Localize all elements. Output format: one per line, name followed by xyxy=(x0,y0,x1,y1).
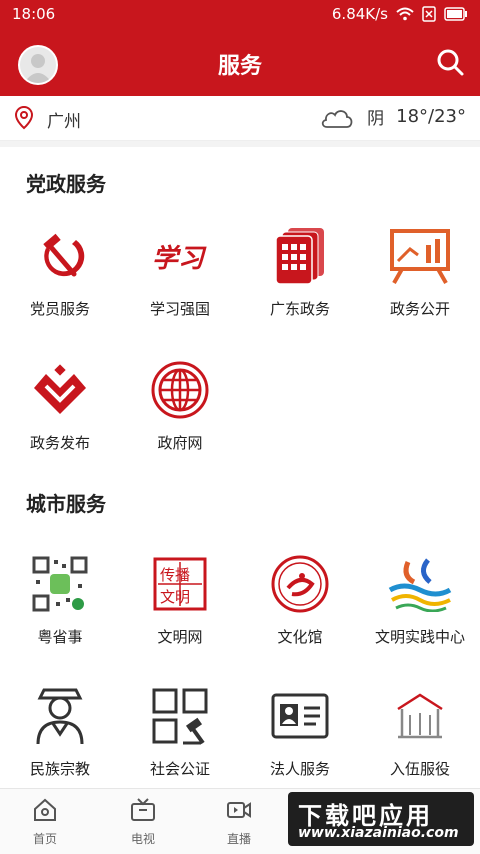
culture-hall-icon xyxy=(271,555,329,613)
service-item-civilization-web[interactable]: 传播 文明 文明网 xyxy=(120,552,240,647)
tab-label: 直播 xyxy=(226,832,251,846)
page-title: 服务 xyxy=(217,54,262,79)
service-label: 广东政务 xyxy=(269,300,330,318)
service-label: 政府网 xyxy=(157,434,203,452)
no-sim-icon xyxy=(422,6,436,22)
xuexi-logo-icon: 学习 xyxy=(152,244,207,274)
service-item-gov-web[interactable]: 政府网 xyxy=(120,358,240,453)
service-item-civilization-practice-center[interactable]: 文明实践中心 xyxy=(360,552,480,647)
battery-icon xyxy=(444,7,467,21)
section-title-city-services: 城市服务 xyxy=(26,492,106,516)
home-icon xyxy=(34,798,56,821)
weather-condition: 阴 xyxy=(367,109,385,129)
svg-text:文明: 文明 xyxy=(160,588,190,606)
service-label: 粤省事 xyxy=(37,628,83,646)
service-item-notary[interactable]: 社会公证 xyxy=(120,684,240,779)
tab-label: 电视 xyxy=(130,832,155,846)
seal-stamp-icon: 传播文明 xyxy=(153,557,207,611)
id-card-icon xyxy=(271,693,329,739)
hammer-sickle-icon xyxy=(43,233,85,277)
wifi-icon xyxy=(396,7,414,21)
status-bar: 18:06 6.84K/s xyxy=(0,0,480,28)
military-building-icon xyxy=(397,693,443,739)
service-label: 文明网 xyxy=(157,628,203,646)
section-divider xyxy=(0,141,480,147)
gov-grid-icon xyxy=(275,228,324,285)
service-item-gov-affairs-open[interactable]: 政务公开 xyxy=(360,224,480,319)
tv-icon xyxy=(131,798,155,821)
qr-code-icon xyxy=(32,556,88,612)
location-weather-bar: 广州 阴 18°/23° xyxy=(0,96,480,141)
app-header: 服务 xyxy=(0,28,480,96)
heart-diamond-icon xyxy=(34,364,86,414)
service-item-guangdong-gov[interactable]: 广东政务 xyxy=(240,224,360,319)
service-item-ethnic-religion[interactable]: 民族宗教 xyxy=(0,684,120,779)
watermark-banner: 下载吧应用 www.xiazainiao.com xyxy=(288,792,474,846)
svg-text:传播: 传播 xyxy=(160,566,190,584)
section-title-party-services: 党政服务 xyxy=(26,172,106,196)
service-item-party-member[interactable]: 党员服务 xyxy=(0,224,120,319)
service-label: 民族宗教 xyxy=(29,760,90,778)
cloud-icon xyxy=(321,109,353,128)
service-label: 学习强国 xyxy=(149,300,210,318)
service-label: 社会公证 xyxy=(149,760,210,778)
service-item-culture-hall[interactable]: 文化馆 xyxy=(240,552,360,647)
service-label: 政务公开 xyxy=(389,300,450,318)
location-pin-icon[interactable] xyxy=(14,106,34,130)
service-label: 法人服务 xyxy=(269,760,330,778)
network-speed: 6.84K/s xyxy=(331,5,388,23)
city-label[interactable]: 广州 xyxy=(47,107,81,132)
service-item-yueshengshi[interactable]: 粤省事 xyxy=(0,552,120,647)
service-item-xuexi[interactable]: 学习 学习强国 xyxy=(120,224,240,319)
status-time: 18:06 xyxy=(12,5,56,23)
service-label: 政务发布 xyxy=(29,434,90,452)
service-item-gov-release[interactable]: 政务发布 xyxy=(0,358,120,453)
gavel-grid-icon xyxy=(152,688,208,745)
service-item-legal-person[interactable]: 法人服务 xyxy=(240,684,360,779)
tab-label: 首页 xyxy=(32,832,57,846)
service-item-military-enlist[interactable]: 入伍服役 xyxy=(360,684,480,779)
video-camera-icon xyxy=(227,802,251,818)
tab-home[interactable]: 首页 xyxy=(0,797,90,847)
tab-tv[interactable]: 电视 xyxy=(98,797,188,847)
svg-text:学习: 学习 xyxy=(152,244,207,274)
status-icons: 6.84K/s xyxy=(332,5,468,23)
globe-icon xyxy=(151,361,209,419)
service-label: 文明实践中心 xyxy=(374,628,465,646)
service-label: 党员服务 xyxy=(29,300,90,318)
service-label: 文化馆 xyxy=(277,628,323,646)
person-scarf-icon xyxy=(36,688,84,745)
presentation-board-icon xyxy=(390,229,450,284)
weather-info: 阴 18°/23° xyxy=(319,104,466,129)
temperature: 18°/23° xyxy=(396,106,466,127)
search-icon[interactable] xyxy=(434,46,466,78)
tab-live[interactable]: 直播 xyxy=(194,797,284,847)
watermark-url: www.xiazainiao.com xyxy=(298,825,459,841)
wave-logo-icon xyxy=(388,558,452,612)
service-label: 入伍服役 xyxy=(389,760,450,778)
